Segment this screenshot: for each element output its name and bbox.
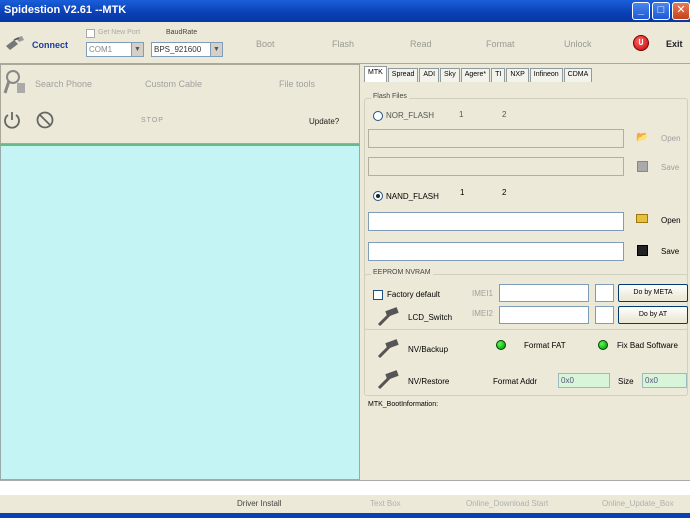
size-input[interactable]: 0x0 [642,373,687,388]
fix-bad-software-label: Fix Bad Software [617,341,678,350]
read-button[interactable]: Read [410,39,432,49]
unlock-button[interactable]: Unlock [564,39,592,49]
connect-button[interactable]: Connect [32,40,68,50]
do-by-at-button[interactable]: Do by AT [618,306,688,324]
format-fat-indicator[interactable] [496,340,506,350]
chevron-down-icon: ▼ [210,43,222,56]
left-tools-panel: Search Phone Custom Cable File tools STO… [0,64,360,144]
nor-index-2: 2 [502,110,507,119]
get-new-port-label: Get New Port [98,29,141,36]
custom-cable-button[interactable]: Custom Cable [145,79,202,89]
nor-flash-path-1[interactable] [368,129,624,148]
open-folder-icon[interactable]: 📂 [636,132,648,143]
imei2-label: IMEI2 [472,309,493,318]
tab-adi[interactable]: ADI [419,68,440,82]
boot-button[interactable]: Boot [256,39,275,49]
toolbar: Connect Get New Port BaudRate COM1 ▼ BPS… [0,22,690,64]
maximize-button[interactable]: □ [652,2,670,20]
save-disk-icon[interactable] [637,161,648,172]
tab-agere[interactable]: Agere* [460,68,491,82]
close-window-button[interactable]: ✕ [672,2,690,20]
save-disk-icon[interactable] [637,245,648,256]
nand-open-button[interactable]: Open [661,216,681,225]
online-update-box-button[interactable]: Online_Update_Box [602,499,674,508]
baudrate-select[interactable]: BPS_921600 ▼ [151,42,223,57]
stop-label: STOP [141,117,164,124]
nor-open-button[interactable]: Open [661,134,681,143]
text-box-button[interactable]: Text Box [370,499,401,508]
imei1-input[interactable] [499,284,589,302]
file-tools-button[interactable]: File tools [279,79,315,89]
window-controls: _ □ ✕ [632,2,690,20]
size-label: Size [618,377,634,386]
connect-icon[interactable] [4,34,26,52]
nand-flash-radio[interactable] [373,191,383,201]
imei1-label: IMEI1 [472,289,493,298]
nand-flash-path-1[interactable] [368,212,624,231]
tab-mtk[interactable]: MTK [364,66,387,82]
log-output-area[interactable] [0,144,360,480]
power-icon[interactable] [3,111,21,129]
get-new-port-checkbox[interactable] [86,29,95,38]
port-value: COM1 [89,45,113,54]
baudrate-label: BaudRate [166,29,198,36]
progress-bar [0,480,690,495]
mtk-boot-information: MTK_BootInformation: [368,401,439,408]
exit-button[interactable]: Exit [666,39,683,49]
online-download-button[interactable]: Online_Download Start [466,499,548,508]
tab-ti[interactable]: TI [491,68,506,82]
tab-sky[interactable]: Sky [440,68,460,82]
flash-button[interactable]: Flash [332,39,354,49]
title-bar: Spidestion V2.61 --MTK _ □ ✕ [0,0,690,22]
nor-flash-radio[interactable] [373,111,383,121]
exit-icon[interactable] [633,35,649,51]
nand-flash-path-2[interactable] [368,242,624,261]
port-select[interactable]: COM1 ▼ [86,42,144,57]
tab-spread[interactable]: Spread [387,68,419,82]
nor-save-button[interactable]: Save [661,163,679,172]
window-title: Spidestion V2.61 --MTK [4,4,127,16]
chevron-down-icon: ▼ [131,43,143,56]
nor-index-1: 1 [459,110,464,119]
nand-index-1: 1 [460,188,465,197]
nv-restore-button[interactable]: NV/Restore [408,377,449,386]
window-bottom-border [0,513,690,518]
lcd-switch-button[interactable]: LCD_Switch [408,313,452,322]
eeprom-nvram-label: EEPROM NVRAM [371,269,433,276]
flash-files-label: Flash Files [371,93,409,100]
tab-nxp[interactable]: NXP [506,68,529,82]
nand-flash-label: NAND_FLASH [386,192,439,201]
search-phone-icon[interactable] [3,69,27,95]
imei2-checksum[interactable] [595,306,614,324]
factory-default-checkbox[interactable] [373,290,383,300]
imei1-checksum[interactable] [595,284,614,302]
update-link[interactable]: Update? [309,117,339,126]
format-fat-label: Format FAT [524,341,566,350]
format-button[interactable]: Format [486,39,515,49]
tab-infineon[interactable]: Infineon [529,68,563,82]
imei2-input[interactable] [499,306,589,324]
nand-save-button[interactable]: Save [661,247,679,256]
nand-index-2: 2 [502,188,507,197]
baudrate-value: BPS_921600 [154,45,202,54]
hammer-icon [377,307,399,327]
do-by-meta-button[interactable]: Do by META [618,284,688,302]
tab-cdma[interactable]: CDMA [563,68,593,82]
format-addr-label: Format Addr [493,377,538,386]
search-phone-button[interactable]: Search Phone [35,79,92,89]
format-addr-input[interactable]: 0x0 [558,373,610,388]
open-folder-icon[interactable] [636,214,648,223]
stop-icon[interactable] [36,111,54,129]
fix-bad-software-indicator[interactable] [598,340,608,350]
nor-flash-label: NOR_FLASH [386,111,435,120]
right-panel: MTK Spread ADI Sky Agere* TI NXP Infineo… [362,64,690,480]
nor-flash-path-2[interactable] [368,157,624,176]
tab-strip: MTK Spread ADI Sky Agere* TI NXP Infineo… [364,66,593,82]
nv-backup-button[interactable]: NV/Backup [408,345,448,354]
minimize-button[interactable]: _ [632,2,650,20]
hammer-icon [377,370,399,390]
factory-default-label: Factory default [387,290,440,299]
hammer-icon [377,339,399,359]
driver-install-button[interactable]: Driver Install [237,499,281,508]
